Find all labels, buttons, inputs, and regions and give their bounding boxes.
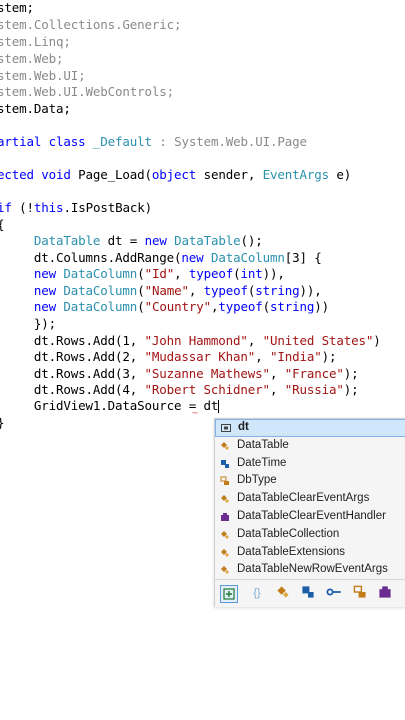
code-line: stem.Collections.Generic; bbox=[0, 17, 182, 32]
struct-filter-icon[interactable] bbox=[300, 585, 316, 601]
code-line: new DataColumn("Country",typeof(string)) bbox=[33, 299, 330, 314]
code-line: stem.Linq; bbox=[0, 34, 71, 49]
code-line: if (!this.IsPostBack) bbox=[0, 200, 152, 215]
code-line: stem.Data; bbox=[0, 101, 71, 116]
class-icon bbox=[221, 495, 229, 504]
text-caret bbox=[218, 400, 220, 413]
class-icon bbox=[221, 566, 229, 575]
completion-item[interactable]: DataTable bbox=[215, 437, 405, 455]
code-line: dt.Columns.AddRange(new DataColumn[3] { bbox=[33, 250, 322, 265]
local-variable-icon bbox=[221, 424, 231, 432]
class-filter-icon[interactable] bbox=[275, 585, 291, 601]
code-line: { bbox=[0, 217, 5, 233]
intellisense-popup[interactable]: dt DataTable DateTime DbType DataTableCl… bbox=[214, 418, 405, 607]
namespace-filter-icon[interactable]: {} bbox=[249, 585, 265, 601]
completion-item[interactable]: DataTableExtensions bbox=[215, 544, 405, 562]
delegate-filter-icon[interactable] bbox=[377, 585, 393, 601]
code-line: }); bbox=[33, 316, 57, 331]
error-squiggle-icon: ~ bbox=[192, 408, 199, 419]
enum-filter-icon[interactable] bbox=[352, 585, 368, 601]
code-line: dt.Rows.Add(4, "Robert Schidner", "Russi… bbox=[33, 382, 359, 397]
completion-item[interactable]: DataTableClearEventHandler bbox=[215, 508, 405, 526]
class-icon bbox=[221, 441, 229, 450]
interface-filter-icon[interactable] bbox=[326, 585, 342, 601]
completion-item[interactable]: DbType bbox=[215, 472, 405, 490]
completion-item[interactable]: DataTableClearEventArgs bbox=[215, 490, 405, 508]
struct-icon bbox=[221, 459, 229, 468]
code-line: dt.Rows.Add(1, "John Hammond", "United S… bbox=[33, 333, 381, 348]
code-line: DataTable dt = new DataTable(); bbox=[33, 233, 263, 248]
code-line: new DataColumn("Name", typeof(string)), bbox=[33, 283, 322, 298]
code-line: stem.Web.UI; bbox=[0, 68, 86, 83]
delegate-icon bbox=[221, 512, 229, 521]
enum-icon bbox=[220, 476, 229, 486]
completion-item[interactable]: DataTableCollection bbox=[215, 526, 405, 544]
completion-list[interactable]: dt DataTable DateTime DbType DataTableCl… bbox=[215, 419, 405, 579]
class-icon bbox=[221, 548, 229, 557]
code-line: stem; bbox=[0, 0, 34, 15]
code-line: dt.Rows.Add(2, "Mudassar Khan", "India")… bbox=[33, 349, 337, 364]
code-line: stem.Web; bbox=[0, 51, 64, 66]
code-line: new DataColumn("Id", typeof(int)), bbox=[33, 266, 285, 281]
code-line: artial class _Default : System.Web.UI.Pa… bbox=[0, 134, 307, 149]
filter-bar: {} bbox=[215, 579, 405, 607]
completion-item[interactable]: dt bbox=[215, 419, 405, 437]
code-line: GridView1.DataSource = dt bbox=[33, 398, 220, 413]
completion-item[interactable]: DataTableNewRowEventArgs bbox=[215, 561, 405, 579]
expand-filter-icon[interactable] bbox=[220, 585, 238, 603]
code-line: dt.Rows.Add(3, "Suzanne Mathews", "Franc… bbox=[33, 366, 359, 381]
code-line: stem.Web.UI.WebControls; bbox=[0, 84, 175, 99]
class-icon bbox=[221, 530, 229, 539]
code-line: } bbox=[0, 415, 5, 431]
completion-item[interactable]: DateTime bbox=[215, 455, 405, 473]
code-line: ected void Page_Load(object sender, Even… bbox=[0, 167, 352, 182]
